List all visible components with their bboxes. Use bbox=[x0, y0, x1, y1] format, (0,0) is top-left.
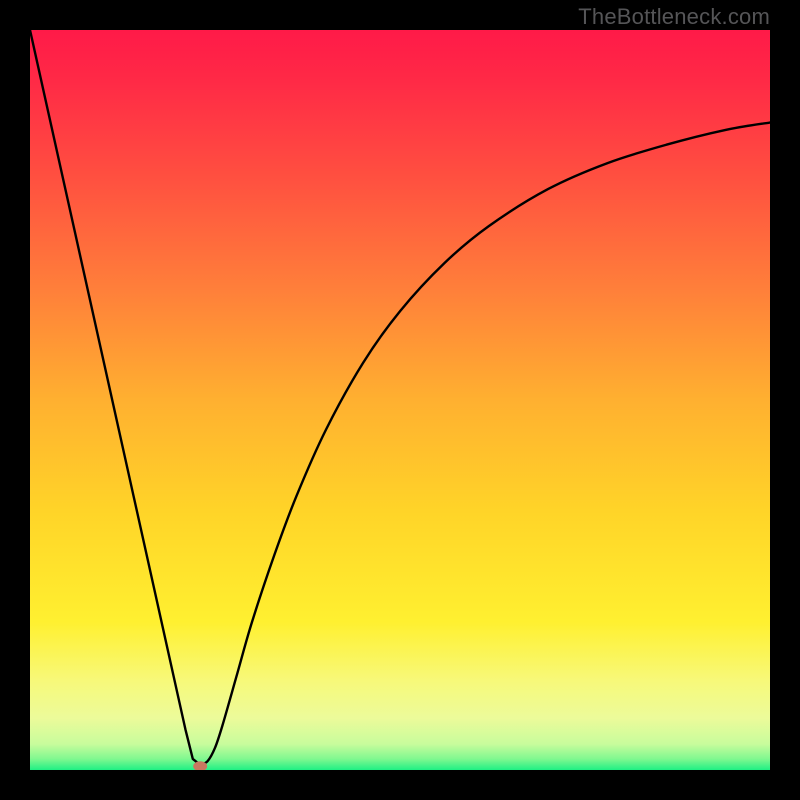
chart-plot bbox=[30, 30, 770, 770]
watermark-label: TheBottleneck.com bbox=[578, 4, 770, 30]
chart-frame: TheBottleneck.com bbox=[0, 0, 800, 800]
chart-background bbox=[30, 30, 770, 770]
